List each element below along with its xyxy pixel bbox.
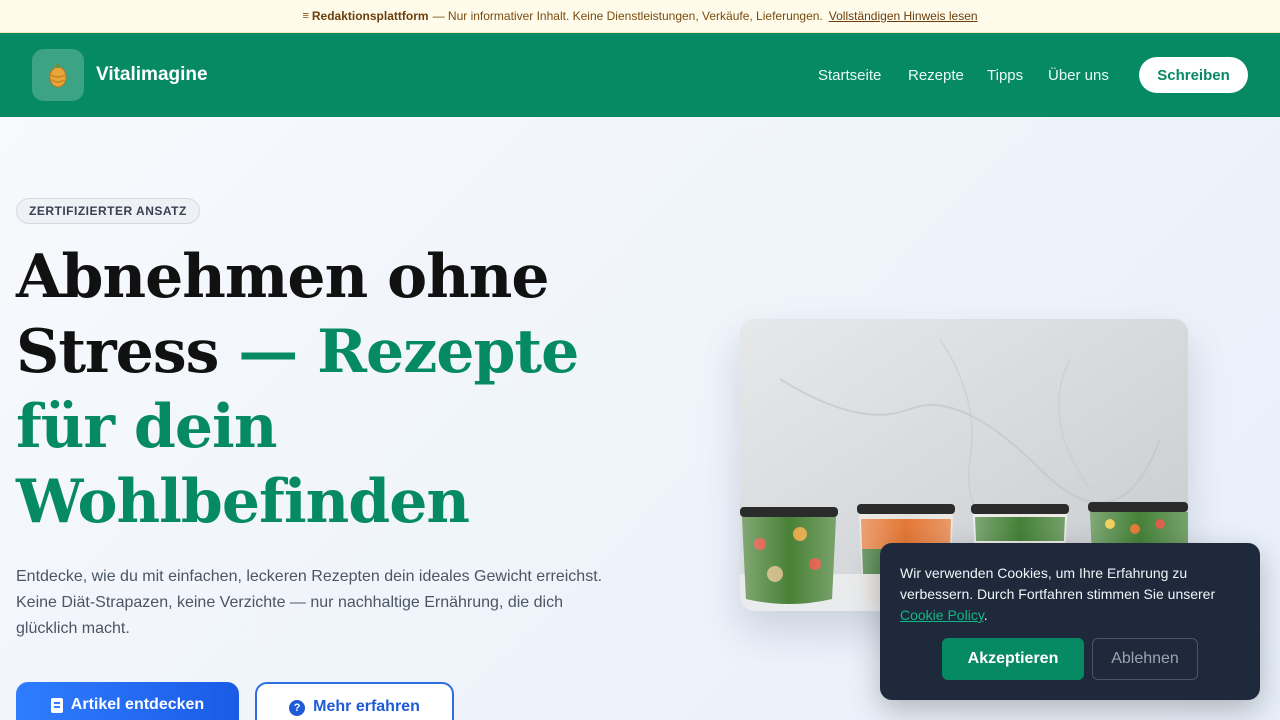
cookie-policy-suffix: . — [983, 607, 988, 623]
hero-headline: Abnehmen ohne Stress — Rezepte für dein … — [16, 240, 636, 540]
learn-more-button[interactable]: ? Mehr erfahren — [255, 682, 454, 720]
discover-articles-button[interactable]: Artikel entdecken — [16, 682, 239, 720]
cookie-message: Wir verwenden Cookies, um Ihre Erfahrung… — [900, 563, 1240, 626]
decline-cookies-button[interactable]: Ablehnen — [1092, 638, 1198, 680]
book-icon — [50, 698, 63, 713]
discover-articles-label: Artikel entdecken — [70, 696, 205, 713]
nav-ueber-uns[interactable]: Über uns — [1048, 67, 1109, 84]
write-button[interactable]: Schreiben — [1139, 57, 1248, 93]
learn-more-label: Mehr erfahren — [313, 698, 420, 715]
certified-badge: ZERTIFIZIERTER ANSATZ — [16, 198, 200, 224]
disclaimer-title: Redaktionsplattform — [311, 9, 429, 23]
main-nav: Startseite Rezepte Tipps Über uns — [0, 33, 1280, 117]
disclaimer-text: — Nur informativer Inhalt. Keine Dienstl… — [432, 9, 823, 23]
hero-lead: Entdecke, wie du mit einfachen, leckeren… — [16, 568, 603, 637]
accept-cookies-button[interactable]: Akzeptieren — [942, 638, 1084, 680]
document-lines-icon: ≡ — [302, 10, 309, 22]
cookie-policy-link[interactable]: Cookie Policy — [900, 607, 984, 623]
nav-rezepte[interactable]: Rezepte — [908, 67, 964, 84]
site-header: Vitalimagine Startseite Rezepte Tipps Üb… — [0, 33, 1280, 117]
full-notice-link[interactable]: Vollständigen Hinweis lesen — [829, 9, 978, 23]
disclaimer-bar: ≡ Redaktionsplattform — Nur informativer… — [0, 0, 1280, 33]
cookie-text: Wir verwenden Cookies, um Ihre Erfahrung… — [900, 565, 1216, 602]
question-circle-icon: ? — [289, 700, 306, 716]
nav-startseite[interactable]: Startseite — [818, 67, 881, 84]
cookie-banner: Wir verwenden Cookies, um Ihre Erfahrung… — [880, 543, 1260, 700]
nav-tipps[interactable]: Tipps — [987, 67, 1023, 84]
